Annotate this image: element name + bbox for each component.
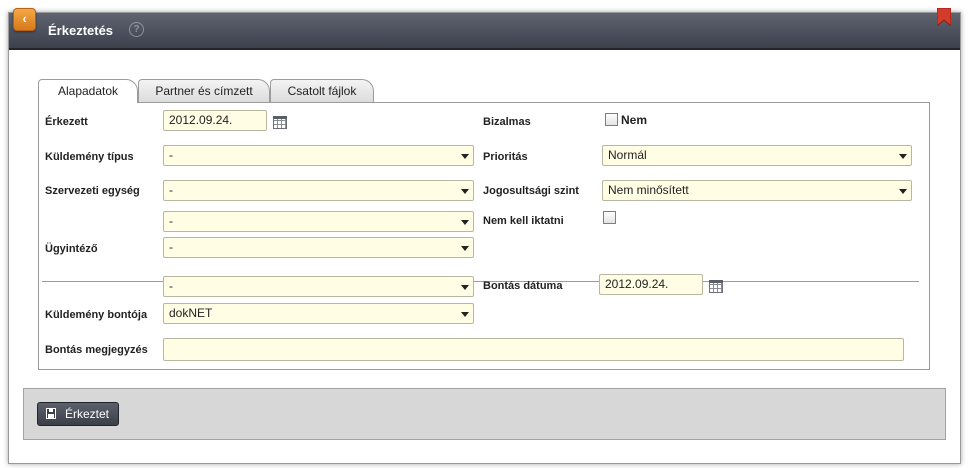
- erkeztet-label: Érkeztet: [65, 407, 110, 421]
- chevron-down-icon: [899, 189, 907, 194]
- bontas-datuma-label: Bontás dátuma: [483, 280, 563, 292]
- form-panel: [38, 102, 930, 370]
- chevron-left-icon: ‹: [22, 11, 27, 26]
- chevron-down-icon: [461, 154, 469, 159]
- szervezeti-egyseg-label: Szervezeti egység: [45, 185, 140, 197]
- erkezett-label: Érkezett: [45, 116, 88, 128]
- prioritas-label: Prioritás: [483, 151, 528, 163]
- bizalmas-checkbox-text: Nem: [621, 113, 648, 127]
- bonto-unit-value: -: [169, 279, 173, 293]
- tab-csatolt-fajlok[interactable]: Csatolt fájlok: [270, 79, 374, 102]
- tab-label: Csatolt fájlok: [287, 84, 357, 98]
- erkezett-date-input[interactable]: 2012.09.24.: [163, 110, 267, 131]
- nem-kell-iktatni-label: Nem kell iktatni: [483, 215, 564, 227]
- bizalmas-label: Bizalmas: [483, 116, 531, 128]
- tab-label: Partner és címzett: [155, 84, 253, 98]
- tab-alapadatok[interactable]: Alapadatok: [38, 79, 138, 103]
- kuldemeny-tipus-select[interactable]: -: [163, 145, 474, 166]
- chevron-down-icon: [461, 189, 469, 194]
- chevron-down-icon: [461, 246, 469, 251]
- erkeztetes-window: Érkeztetés ? ‹ Alapadatok Partner és cím…: [8, 8, 961, 464]
- sub-unit-value: -: [169, 214, 173, 228]
- szervezeti-egyseg-select[interactable]: -: [163, 180, 474, 201]
- ugyintezo-label: Ügyintéző: [45, 243, 98, 255]
- tab-partner-es-cimzett[interactable]: Partner és címzett: [138, 79, 270, 102]
- chevron-down-icon: [461, 220, 469, 225]
- bonto-unit-select[interactable]: -: [163, 276, 474, 297]
- prioritas-value: Normál: [608, 148, 647, 162]
- bontas-megjegyzes-input[interactable]: [163, 338, 904, 361]
- kuldemeny-bontoja-label: Küldemény bontója: [45, 309, 148, 321]
- jogosultsagi-szint-select[interactable]: Nem minősített: [602, 180, 912, 201]
- kuldemeny-bontoja-value: dokNET: [169, 306, 213, 320]
- bizalmas-checkbox[interactable]: [605, 113, 618, 126]
- ugyintezo-select[interactable]: -: [163, 237, 474, 258]
- bookmark-icon[interactable]: [937, 8, 951, 26]
- back-button[interactable]: ‹: [13, 8, 36, 31]
- jogosultsagi-szint-value: Nem minősített: [608, 183, 689, 197]
- erkezett-value: 2012.09.24.: [169, 113, 233, 127]
- calendar-icon[interactable]: [273, 116, 287, 129]
- ugyintezo-value: -: [169, 240, 173, 254]
- chevron-down-icon: [461, 312, 469, 317]
- save-icon: [46, 408, 56, 419]
- kuldemeny-tipus-value: -: [169, 148, 173, 162]
- chevron-down-icon: [899, 154, 907, 159]
- erkeztet-button[interactable]: Érkeztet: [37, 402, 119, 426]
- szervezeti-egyseg-value: -: [169, 183, 173, 197]
- title-bar: Érkeztetés ?: [9, 13, 960, 50]
- kuldemeny-tipus-label: Küldemény típus: [45, 151, 134, 163]
- calendar-icon[interactable]: [709, 280, 723, 293]
- jogosultsagi-szint-label: Jogosultsági szint: [483, 185, 579, 197]
- footer-bar: Érkeztet: [23, 388, 946, 440]
- tab-label: Alapadatok: [57, 84, 119, 98]
- sub-unit-select[interactable]: -: [163, 211, 474, 232]
- window-title: Érkeztetés: [48, 23, 114, 38]
- bontas-datuma-value: 2012.09.24.: [605, 277, 669, 291]
- bontas-datuma-input[interactable]: 2012.09.24.: [599, 274, 703, 295]
- chevron-down-icon: [461, 285, 469, 290]
- nem-kell-iktatni-checkbox[interactable]: [603, 211, 616, 224]
- help-icon[interactable]: ?: [129, 22, 144, 37]
- kuldemeny-bontoja-select[interactable]: dokNET: [163, 303, 474, 324]
- bontas-megjegyzes-label: Bontás megjegyzés: [45, 344, 148, 356]
- prioritas-select[interactable]: Normál: [602, 145, 912, 166]
